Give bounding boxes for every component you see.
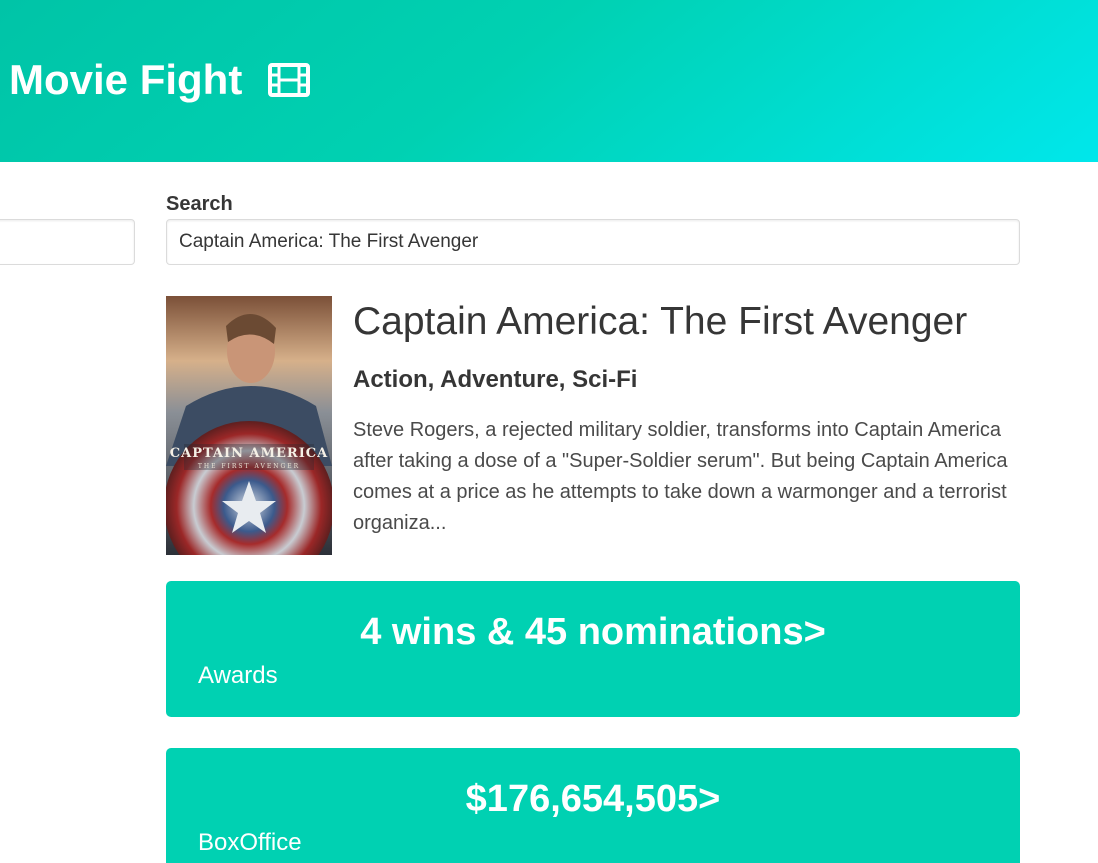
- stat-value: 4 wins & 45 nominations>: [360, 611, 826, 653]
- movie-title: Captain America: The First Avenger: [353, 300, 968, 343]
- poster-subtitle-text: THE FIRST AVENGER: [197, 463, 301, 470]
- film-icon: [268, 63, 311, 97]
- app-title-text: Movie Fight: [9, 56, 243, 103]
- poster-title-text: CAPTAIN AMERICA: [169, 446, 329, 461]
- left-search-input[interactable]: [0, 219, 135, 265]
- stat-awards: 4 wins & 45 nominations> Awards: [166, 581, 1020, 717]
- app-title: Movie Fight: [9, 54, 311, 106]
- stat-label: Awards: [198, 662, 278, 689]
- search-label: Search: [166, 193, 233, 215]
- stat-label: BoxOffice: [198, 829, 302, 856]
- movie-genre: Action, Adventure, Sci-Fi: [353, 366, 638, 393]
- stat-box-office: $176,654,505> BoxOffice: [166, 748, 1020, 863]
- hero-banner: Movie Fight: [0, 0, 1098, 162]
- search-input[interactable]: [166, 219, 1020, 265]
- movie-plot: Steve Rogers, a rejected military soldie…: [353, 419, 1008, 534]
- poster-art: [166, 296, 332, 555]
- movie-poster: CAPTAIN AMERICA THE FIRST AVENGER: [166, 296, 332, 555]
- stat-value: $176,654,505>: [465, 778, 721, 820]
